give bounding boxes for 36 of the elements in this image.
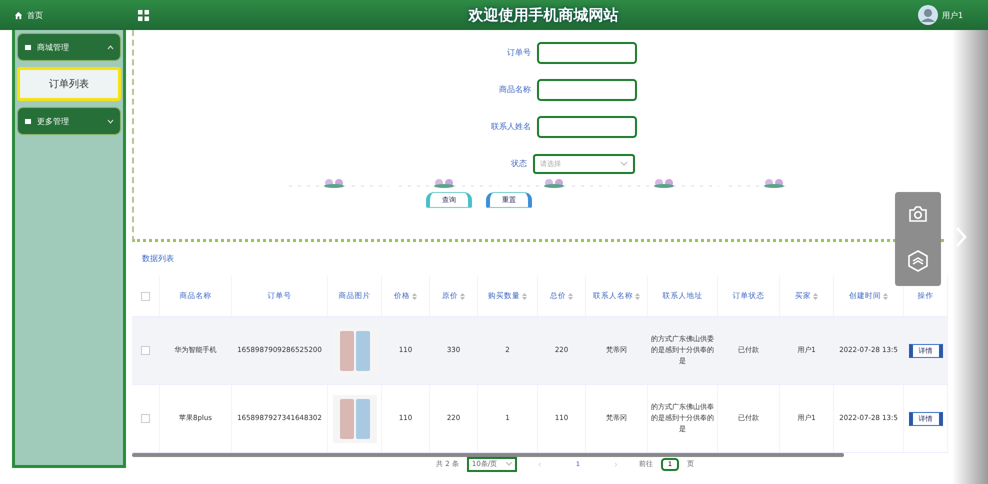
- select-all-checkbox[interactable]: [141, 292, 150, 300]
- username: 用户1: [942, 10, 964, 20]
- list-title: 数据列表: [142, 254, 174, 263]
- sort-icon[interactable]: [412, 292, 417, 300]
- dropdown-caret-icon: [620, 161, 628, 166]
- field-label: 联系人姓名: [490, 121, 531, 132]
- input-field[interactable]: [537, 116, 637, 138]
- sidebar-item[interactable]: 订单列表: [17, 67, 121, 101]
- row-checkbox[interactable]: [141, 414, 150, 423]
- field-label: 状态: [510, 158, 527, 169]
- row-checkbox[interactable]: [141, 346, 150, 355]
- input-field[interactable]: [537, 78, 637, 100]
- chevron-right-icon[interactable]: [955, 226, 967, 248]
- folder-icon: [24, 43, 32, 51]
- sort-icon[interactable]: [883, 292, 888, 300]
- sidebar-item[interactable]: 商城管理: [17, 33, 121, 61]
- home-icon: [14, 10, 23, 20]
- site-title: 欢迎使用手机商城网站: [467, 6, 620, 24]
- home-link[interactable]: 首页: [27, 10, 43, 20]
- scrollbar[interactable]: [132, 453, 844, 457]
- menu-icon[interactable]: [138, 10, 149, 20]
- hexagon-icon[interactable]: [908, 250, 928, 272]
- sort-icon[interactable]: [460, 292, 465, 300]
- dropdown-caret-icon: [506, 462, 512, 466]
- sort-icon[interactable]: [813, 292, 818, 300]
- sidebar-item[interactable]: 更多管理: [17, 107, 121, 135]
- phone-photo-placeholder: [332, 394, 376, 442]
- avatar-icon[interactable]: [918, 5, 938, 25]
- field-label: 商品名称: [498, 84, 531, 95]
- sort-icon[interactable]: [635, 292, 640, 300]
- sort-icon[interactable]: [568, 292, 573, 300]
- field-label: 订单号: [506, 47, 531, 58]
- folder-icon: [24, 117, 32, 125]
- input-field[interactable]: [537, 42, 637, 64]
- camera-icon[interactable]: [908, 206, 928, 222]
- sort-icon[interactable]: [522, 292, 527, 300]
